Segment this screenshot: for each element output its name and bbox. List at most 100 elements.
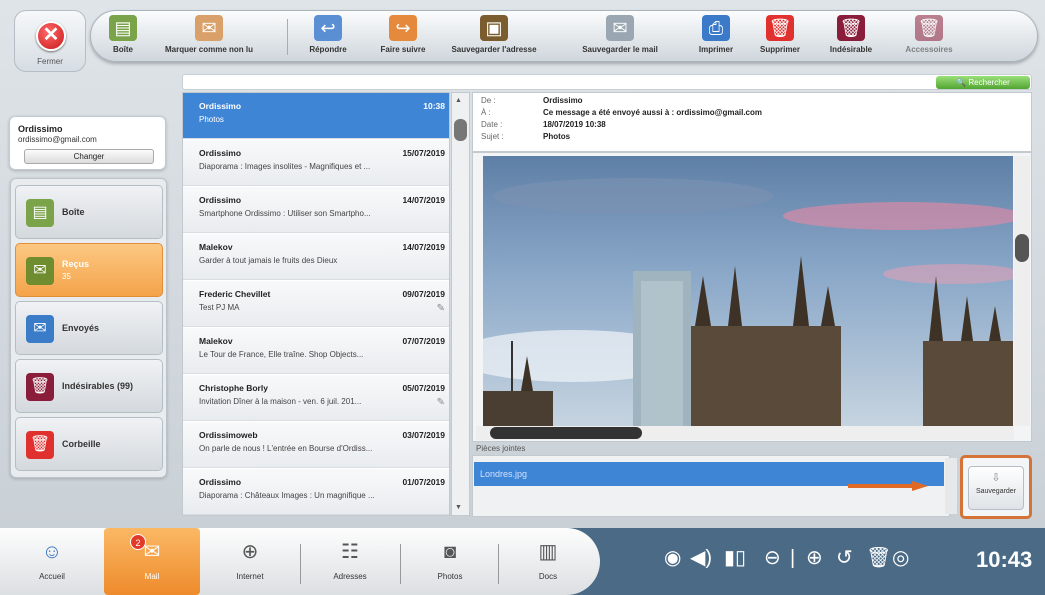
date-value: 18/07/2019 10:38 [543,120,606,129]
documents-icon: ▥ [538,541,558,563]
message-row[interactable]: Christophe Borly 05/07/2019 Invitation D… [183,375,449,421]
wifi-icon[interactable]: ◉ [664,546,681,570]
message-row[interactable]: Ordissimoweb 03/07/2019 On parle de nous… [183,422,449,468]
photo-horizontal-scrollbar[interactable] [476,426,1014,440]
message-date: 10:38 [423,101,445,111]
dock-label: Photos [437,572,463,581]
help-lifebuoy-icon[interactable]: ◎ [892,546,909,570]
folder-received[interactable]: ✉ Reçus 35 [15,243,163,297]
folder-sent[interactable]: ✉ Envoyés [15,301,163,355]
message-row[interactable]: Ordissimo 15/07/2019 Diaporama : Images … [183,140,449,186]
message-preview: Garder à tout jamais le fruits des Dieux [199,256,338,265]
close-icon: ✕ [36,21,66,51]
dock-photos[interactable]: ◙ Photos [414,538,486,590]
westminster-photo [483,156,1013,426]
message-date: 03/07/2019 [402,430,445,440]
message-date: 14/07/2019 [402,242,445,252]
message-header: De : Ordissimo À : Ce message a été envo… [472,92,1032,152]
toolbar-save-mail-button[interactable]: ✉ Sauvegarder le mail [573,15,667,61]
subject-label: Sujet : [481,132,504,141]
message-row[interactable]: Ordissimo 01/07/2019 Diaporama : Château… [183,469,449,515]
toolbar-reply-button[interactable]: ↩ Répondre [303,15,353,61]
message-row[interactable]: Malekov 07/07/2019 Le Tour de France, El… [183,328,449,374]
photo-vertical-scrollbar[interactable] [1014,156,1030,426]
trash-tray-icon[interactable]: 🗑 [866,546,891,570]
zoom-out-icon[interactable]: ⊖ [764,546,781,570]
save-attachment-button[interactable]: ⇩ Sauvegarder [968,466,1024,510]
dock-home[interactable]: ☺ Accueil [16,538,88,590]
trash-folder-icon: 🗑 [26,431,54,459]
message-row[interactable]: Malekov 14/07/2019 Garder à tout jamais … [183,234,449,280]
accessories-icon: 🗑 [915,15,943,41]
save-mail-icon: ✉ [606,15,634,41]
dock-contacts[interactable]: ☷ Adresses [314,538,386,590]
toolbar-label: Sauvegarder l'adresse [451,45,537,54]
toolbar-inbox-button[interactable]: ▤ Boîte [101,15,145,61]
dock-label: Mail [144,572,160,581]
message-preview: Smartphone Ordissimo : Utiliser son Smar… [199,209,371,218]
back-arrow-icon[interactable]: ↺ [836,546,853,570]
scroll-down-icon[interactable]: ▼ [455,504,462,511]
toolbar-print-button[interactable]: ⎙ Imprimer [691,15,741,61]
message-sender: Ordissimo [199,477,242,487]
message-list-scrollbar[interactable]: ▲ ▼ [451,92,470,516]
dock-label: Docs [538,572,558,581]
toolbar-spam-button[interactable]: 🗑 Indésirable [821,15,881,61]
scroll-up-icon[interactable]: ▲ [455,97,462,104]
message-list: Ordissimo 10:38 Photos Ordissimo 15/07/2… [182,92,450,516]
close-button[interactable]: ✕ Fermer [14,10,86,72]
message-sender: Malekov [199,242,233,252]
dock-mail[interactable]: ✉ Mail [104,528,200,595]
message-preview: Invitation Dîner à la maison - ven. 6 ju… [199,397,362,406]
message-row[interactable]: Ordissimo 10:38 Photos [183,93,449,139]
message-sender: Christophe Borly [199,383,268,393]
message-date: 15/07/2019 [402,148,445,158]
mailbox-icon: ▤ [26,199,54,227]
toolbar-forward-button[interactable]: ↪ Faire suivre [371,15,435,61]
message-date: 01/07/2019 [402,477,445,487]
message-row[interactable]: Frederic Chevillet 09/07/2019 Test PJ MA… [183,281,449,327]
dock-internet[interactable]: ⊕ Internet [214,538,286,590]
toolbar-mark-unread-button[interactable]: ✉ Marquer comme non lu [157,15,261,61]
from-value: Ordissimo [543,96,583,105]
dock: ☺ Accueil ✉ Mail ⊕ Internet ☷ Adresses ◙… [0,528,600,595]
zoom-in-icon[interactable]: ⊕ [806,546,823,570]
message-sender: Ordissimo [199,148,242,158]
toolbar-accessories-button[interactable]: 🗑 Accessoires [899,15,959,61]
folder-spam[interactable]: 🗑 Indésirables (99) [15,359,163,413]
folder-list: ▤ Boîte ✉ Reçus 35 ✉ Envoyés 🗑 Indésirab… [10,178,167,478]
folder-trash[interactable]: 🗑 Corbeille [15,417,163,471]
scrollbar-thumb[interactable] [454,119,467,141]
spam-icon: 🗑 [837,15,865,41]
battery-icon: ▮▯ [724,547,747,569]
account-panel: Ordissimo ordissimo@gmail.com Changer [9,116,166,170]
message-date: 14/07/2019 [402,195,445,205]
globe-icon: ⊕ [241,541,259,563]
volume-icon[interactable]: ◀) [690,546,712,570]
search-button[interactable]: 🔍 Rechercher [936,76,1030,89]
change-account-button[interactable]: Changer [24,149,154,164]
save-icon: ⇩ [991,472,1001,484]
folder-count: 35 [62,272,71,281]
message-sender: Ordissimoweb [199,430,258,440]
message-preview: On parle de nous ! L'entrée en Bourse d'… [199,444,373,453]
toolbar-label: Faire suivre [380,45,426,54]
scrollbar-thumb[interactable] [490,427,642,439]
dock-label: Internet [236,572,264,581]
toolbar-delete-button[interactable]: 🗑 Supprimer [755,15,805,61]
attachments-scrollbar[interactable] [945,458,957,514]
scrollbar-thumb[interactable] [1015,234,1029,262]
received-icon: ✉ [26,257,54,285]
message-preview: Test PJ MA [199,303,240,312]
close-label: Fermer [37,57,63,66]
message-date: 05/07/2019 [402,383,445,393]
filter-bar [182,74,1032,90]
dock-separator [300,544,301,584]
folder-inbox[interactable]: ▤ Boîte [15,185,163,239]
toolbar-save-address-button[interactable]: ▣ Sauvegarder l'adresse [451,15,537,61]
account-email: ordissimo@gmail.com [18,135,97,144]
photo-attachment-preview [483,156,1013,426]
message-row[interactable]: Ordissimo 14/07/2019 Smartphone Ordissim… [183,187,449,233]
dock-docs[interactable]: ▥ Docs [512,538,584,590]
message-date: 09/07/2019 [402,289,445,299]
